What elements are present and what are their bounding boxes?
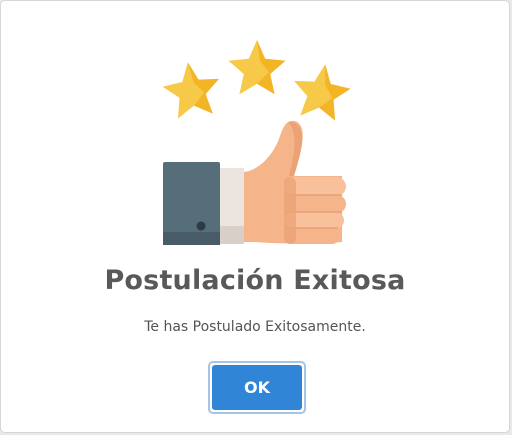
ok-button-focus-ring: OK [208, 361, 306, 414]
ok-button[interactable]: OK [212, 365, 302, 410]
success-dialog: Postulación Exitosa Te has Postulado Exi… [0, 0, 510, 433]
star-icon [294, 64, 351, 121]
dialog-message: Te has Postulado Exitosamente. [144, 319, 366, 335]
thumbs-up-with-stars-icon [162, 40, 351, 245]
dialog-title: Postulación Exitosa [104, 265, 406, 296]
star-icon [228, 40, 286, 95]
star-icon [162, 62, 219, 119]
thumbs-up-icon [163, 120, 346, 245]
